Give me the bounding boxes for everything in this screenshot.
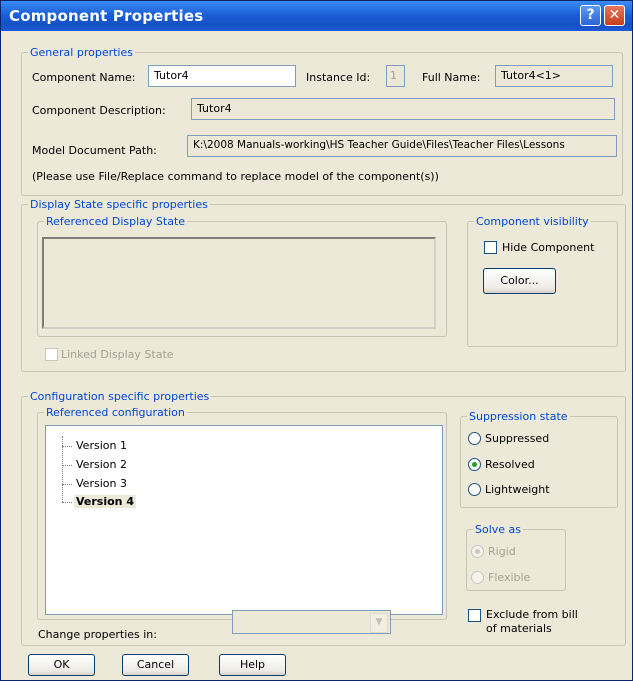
solve-as-legend: Solve as xyxy=(475,523,522,536)
referenced-display-state-legend: Referenced Display State xyxy=(46,215,186,228)
cancel-button-label: Cancel xyxy=(136,658,175,671)
component-name-label: Component Name: xyxy=(32,71,136,84)
full-name-label: Full Name: xyxy=(422,71,481,84)
ok-button-label: OK xyxy=(53,658,70,671)
lightweight-label: Lightweight xyxy=(485,483,550,496)
configuration-item-version-3[interactable]: Version 3 xyxy=(76,477,127,490)
close-button[interactable]: ✕ xyxy=(604,5,625,26)
lightweight-radio[interactable] xyxy=(468,483,481,496)
chevron-down-icon: ▼ xyxy=(370,613,388,633)
flexible-label: Flexible xyxy=(488,571,531,584)
ok-button[interactable]: OK xyxy=(28,654,95,676)
hide-component-checkbox[interactable] xyxy=(484,241,497,254)
display-state-list xyxy=(42,237,436,329)
instance-id-field: 1 xyxy=(386,65,405,87)
configuration-item-version-2[interactable]: Version 2 xyxy=(76,458,127,471)
window-title: Component Properties xyxy=(9,7,204,25)
color-button-label: Color... xyxy=(500,274,539,287)
tree-branch xyxy=(62,446,72,447)
component-visibility-legend: Component visibility xyxy=(476,215,589,228)
model-path-label: Model Document Path: xyxy=(32,144,157,157)
help-button[interactable]: Help xyxy=(219,654,286,676)
radio-selected-dot xyxy=(475,549,480,554)
resolved-radio[interactable] xyxy=(468,458,481,471)
change-properties-dropdown: ▼ xyxy=(232,610,391,634)
configuration-legend: Configuration specific properties xyxy=(30,390,210,403)
description-field: Tutor4 xyxy=(191,98,615,120)
component-name-input[interactable]: Tutor4 xyxy=(148,65,296,87)
flexible-radio xyxy=(471,571,484,584)
component-properties-dialog: Component Properties ? ✕ General propert… xyxy=(0,0,633,681)
cancel-button[interactable]: Cancel xyxy=(122,654,189,676)
question-icon: ? xyxy=(586,7,595,23)
configuration-item-version-4[interactable]: Version 4 xyxy=(74,495,136,508)
help-title-button[interactable]: ? xyxy=(580,5,601,26)
help-button-label: Help xyxy=(239,658,266,671)
tree-branch xyxy=(62,465,72,466)
tree-branch xyxy=(62,502,72,503)
rigid-radio xyxy=(471,545,484,558)
full-name-field: Tutor4<1> xyxy=(495,65,613,87)
title-bar[interactable]: Component Properties ? ✕ xyxy=(1,1,632,31)
exclude-from-bom-checkbox[interactable] xyxy=(468,609,481,622)
linked-display-state-label: Linked Display State xyxy=(61,348,174,361)
suppressed-label: Suppressed xyxy=(485,432,550,445)
description-label: Component Description: xyxy=(32,104,166,117)
suppressed-radio[interactable] xyxy=(468,432,481,445)
tree-branch xyxy=(62,484,72,485)
close-icon: ✕ xyxy=(608,7,621,23)
rigid-label: Rigid xyxy=(488,545,516,558)
replace-note: (Please use File/Replace command to repl… xyxy=(32,170,439,183)
resolved-label: Resolved xyxy=(485,458,535,471)
suppression-state-legend: Suppression state xyxy=(469,410,568,423)
general-properties-legend: General properties xyxy=(30,46,133,59)
exclude-from-bom-label-line2: of materials xyxy=(486,622,552,635)
exclude-from-bom-label-line1: Exclude from bill xyxy=(486,608,578,621)
configuration-list[interactable]: Version 1 Version 2 Version 3 Version 4 xyxy=(45,425,443,615)
referenced-configuration-legend: Referenced configuration xyxy=(46,406,185,419)
model-path-field: K:\2008 Manuals-working\HS Teacher Guide… xyxy=(187,135,617,157)
change-properties-label: Change properties in: xyxy=(38,628,157,641)
linked-display-state-checkbox xyxy=(45,348,58,361)
instance-id-label: Instance Id: xyxy=(306,71,371,84)
color-button[interactable]: Color... xyxy=(483,268,556,294)
radio-selected-dot xyxy=(472,462,477,467)
display-state-legend: Display State specific properties xyxy=(30,198,208,211)
configuration-item-version-1[interactable]: Version 1 xyxy=(76,439,127,452)
hide-component-label: Hide Component xyxy=(502,241,595,254)
